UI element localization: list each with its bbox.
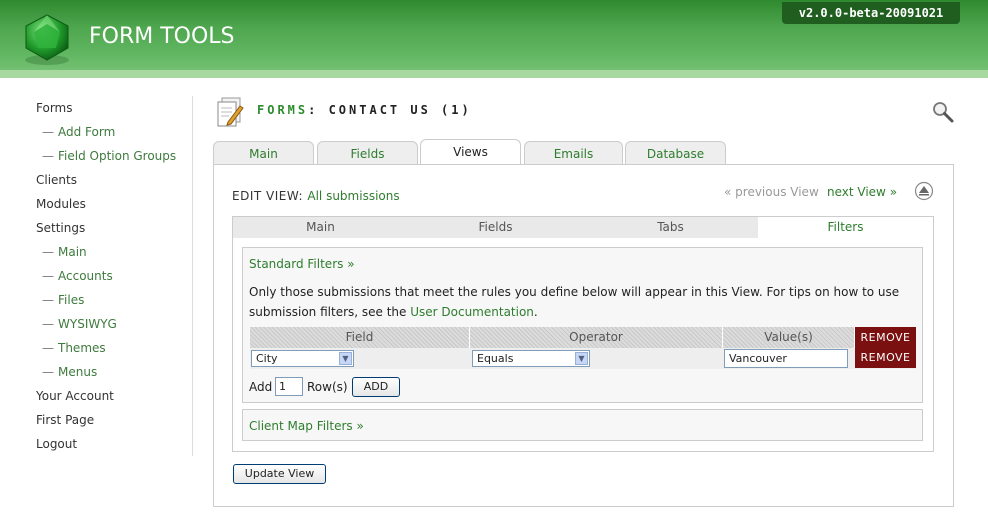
sidebar-nav: Forms — Add Form — Field Option Groups Client… — [36, 100, 186, 460]
sidebar-divider — [192, 96, 193, 456]
sidebar-item-label: Menus — [58, 365, 98, 379]
add-row-count-input[interactable]: 1 — [275, 377, 303, 396]
sidebar-item-field-option-groups[interactable]: — Field Option Groups — [36, 148, 186, 172]
table-header-operator: Operator — [470, 327, 723, 348]
sidebar-item-themes[interactable]: — Themes — [36, 340, 186, 364]
sidebar-item-clients[interactable]: Clients — [36, 172, 186, 196]
sidebar-sub-dash: — — [42, 293, 54, 307]
sidebar-item-files[interactable]: — Files — [36, 292, 186, 316]
sidebar-sub-dash: — — [42, 365, 54, 379]
update-view-button[interactable]: Update View — [233, 464, 326, 484]
sidebar-item-wysiwyg[interactable]: — WYSIWYG — [36, 316, 186, 340]
edit-view-heading: EDIT VIEW: All submissions — [232, 189, 400, 203]
rows-label: Row(s) — [307, 380, 348, 394]
sidebar-item-your-account[interactable]: Your Account — [36, 388, 186, 412]
remove-button[interactable]: REMOVE — [855, 348, 916, 368]
next-view-link[interactable]: next View » — [827, 185, 897, 199]
tab-fields[interactable]: Fields — [317, 141, 418, 165]
sidebar-item-label: Themes — [58, 341, 106, 355]
page-title-rest: : CONTACT US (1) — [308, 103, 472, 117]
user-documentation-link[interactable]: User Documentation — [410, 305, 534, 319]
tab-emails[interactable]: Emails — [524, 141, 623, 165]
sidebar-item-label: First Page — [36, 413, 95, 427]
sidebar-item-modules[interactable]: Modules — [36, 196, 186, 220]
page-title-prefix: FORMS — [257, 103, 309, 117]
sidebar-sub-dash: — — [42, 341, 54, 355]
tab-main[interactable]: Main — [213, 141, 314, 165]
sidebar-sub-dash: — — [42, 269, 54, 283]
sidebar-item-label: Clients — [36, 173, 77, 187]
search-icon[interactable] — [931, 100, 955, 124]
add-label: Add — [249, 380, 273, 394]
sidebar-item-main[interactable]: — Main — [36, 244, 186, 268]
sidebar-item-label: Field Option Groups — [58, 149, 177, 163]
sidebar-item-logout[interactable]: Logout — [36, 436, 186, 460]
sidebar-item-label: Forms — [36, 101, 73, 115]
value-input[interactable]: Vancouver — [724, 349, 848, 368]
edit-view-name: All submissions — [307, 189, 400, 203]
sidebar-item-label: Main — [58, 245, 87, 259]
description-line-2: submission filters, see the User Documen… — [249, 302, 909, 322]
table-header-field: Field — [250, 327, 470, 348]
operator-select[interactable]: Equals ▼ — [472, 350, 590, 367]
field-select[interactable]: City ▼ — [251, 350, 354, 367]
sidebar-item-first-page[interactable]: First Page — [36, 412, 186, 436]
chevron-down-icon: ▼ — [339, 352, 352, 365]
sidebar-item-label: WYSIWYG — [58, 317, 117, 331]
sidebar-sub-dash: — — [42, 125, 54, 139]
sidebar-item-label: Accounts — [58, 269, 113, 283]
standard-filters-title[interactable]: Standard Filters » — [249, 257, 355, 271]
subtab-main[interactable]: Main — [233, 217, 408, 238]
sidebar-item-accounts[interactable]: — Accounts — [36, 268, 186, 292]
description-line-1: Only those submissions that meet the rul… — [249, 285, 900, 299]
sidebar-item-menus[interactable]: — Menus — [36, 364, 186, 388]
sidebar-sub-dash: — — [42, 149, 54, 163]
forms-page-icon — [217, 97, 244, 127]
tab-database[interactable]: Database — [625, 141, 726, 165]
standard-filters-description: Only those submissions that meet the rul… — [249, 282, 909, 322]
sidebar-item-label: Settings — [36, 221, 86, 235]
sidebar-item-label: Your Account — [36, 389, 114, 403]
scroll-up-icon[interactable] — [914, 181, 934, 201]
add-button[interactable]: ADD — [352, 377, 400, 397]
sidebar-item-label: Files — [58, 293, 85, 307]
sub-tabs: Main Fields Tabs Filters — [233, 217, 933, 238]
sidebar-item-label: Add Form — [58, 125, 116, 139]
operator-select-value: Equals — [477, 352, 514, 365]
sidebar-item-label: Modules — [36, 197, 86, 211]
subtab-filters[interactable]: Filters — [758, 217, 933, 238]
remove-header: REMOVE — [855, 327, 916, 348]
sidebar-item-label: Logout — [36, 437, 78, 451]
app-title: FORM TOOLS — [89, 24, 235, 49]
table-header-values: Value(s) — [723, 327, 855, 348]
version-badge: v2.0.0-beta-20091021 — [782, 2, 960, 24]
previous-view-link[interactable]: « previous View — [724, 185, 819, 199]
sidebar-item-forms[interactable]: Forms — [36, 100, 186, 124]
sidebar-sub-dash: — — [42, 317, 54, 331]
client-map-filters-title[interactable]: Client Map Filters » — [249, 419, 364, 433]
app-header: FORM TOOLS v2.0.0-beta-20091021 — [0, 0, 988, 78]
sidebar-item-settings[interactable]: Settings — [36, 220, 186, 244]
edit-view-label: EDIT VIEW: — [232, 189, 304, 203]
logo-gem-icon — [25, 14, 69, 65]
subtab-tabs[interactable]: Tabs — [583, 217, 758, 238]
description-line-2-pre: submission filters, see the — [249, 305, 411, 319]
header-band — [0, 70, 988, 78]
chevron-down-icon: ▼ — [575, 352, 588, 365]
tab-views[interactable]: Views — [420, 139, 521, 166]
sidebar-item-add-form[interactable]: — Add Form — [36, 124, 186, 148]
page-title: FORMS: CONTACT US (1) — [257, 103, 472, 117]
field-select-value: City — [256, 352, 278, 365]
subtab-fields[interactable]: Fields — [408, 217, 583, 238]
sidebar-sub-dash: — — [42, 245, 54, 259]
description-line-2-post: . — [533, 305, 538, 319]
